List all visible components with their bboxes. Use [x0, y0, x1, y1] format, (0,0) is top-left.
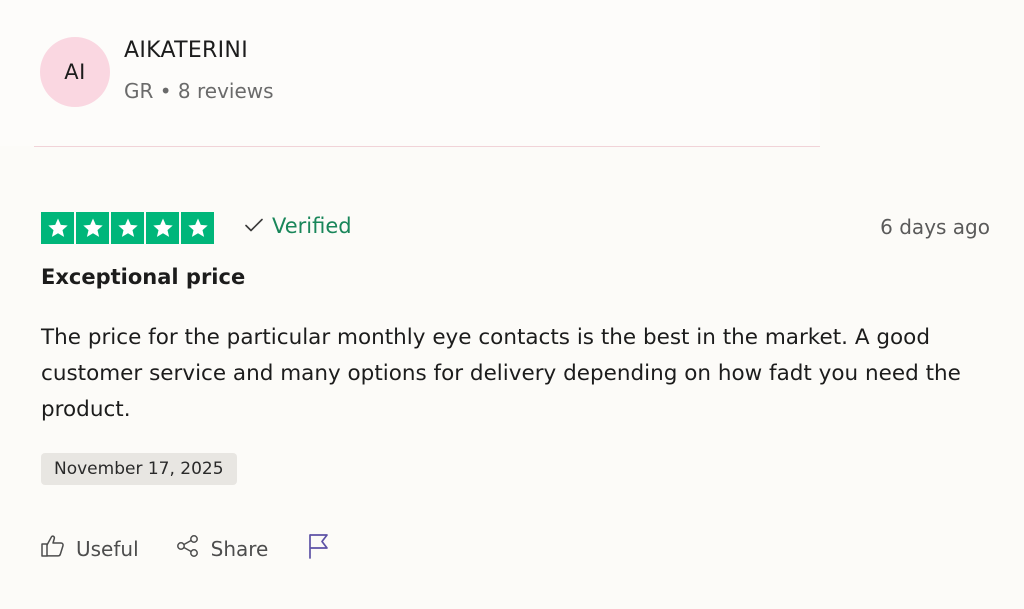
- review-posted-date: 6 days ago: [880, 215, 990, 239]
- avatar-initials: AI: [64, 60, 86, 84]
- star-icon: [76, 212, 109, 244]
- review-actions: Useful Share: [40, 532, 332, 565]
- reviewer-header: [0, 0, 820, 146]
- review-title: Exceptional price: [41, 265, 246, 289]
- star-icon: [41, 212, 74, 244]
- thumbs-up-icon: [40, 534, 66, 563]
- experience-date: November 17, 2025: [54, 459, 224, 479]
- share-label: Share: [210, 536, 269, 561]
- experience-date-badge: November 17, 2025: [41, 453, 237, 485]
- reviewer-meta: GR • 8 reviews: [124, 79, 274, 103]
- star-icon: [146, 212, 179, 244]
- flag-icon: [306, 532, 332, 565]
- divider: [34, 146, 820, 147]
- avatar[interactable]: AI: [40, 37, 110, 107]
- review-card: AI AIKATERINI GR • 8 reviews Verified 6 …: [0, 0, 1024, 609]
- verified-label: Verified: [272, 214, 352, 238]
- star-rating: [41, 212, 214, 244]
- share-button[interactable]: Share: [175, 534, 269, 563]
- reviewer-name[interactable]: AIKATERINI: [124, 38, 248, 63]
- review-body: The price for the particular monthly eye…: [41, 325, 961, 422]
- share-icon: [175, 534, 201, 563]
- checkmark-icon: [244, 214, 264, 238]
- verified-badge[interactable]: Verified: [244, 214, 352, 238]
- report-button[interactable]: [306, 532, 332, 565]
- star-icon: [181, 212, 214, 244]
- star-icon: [111, 212, 144, 244]
- useful-label: Useful: [76, 536, 139, 561]
- useful-button[interactable]: Useful: [40, 534, 139, 563]
